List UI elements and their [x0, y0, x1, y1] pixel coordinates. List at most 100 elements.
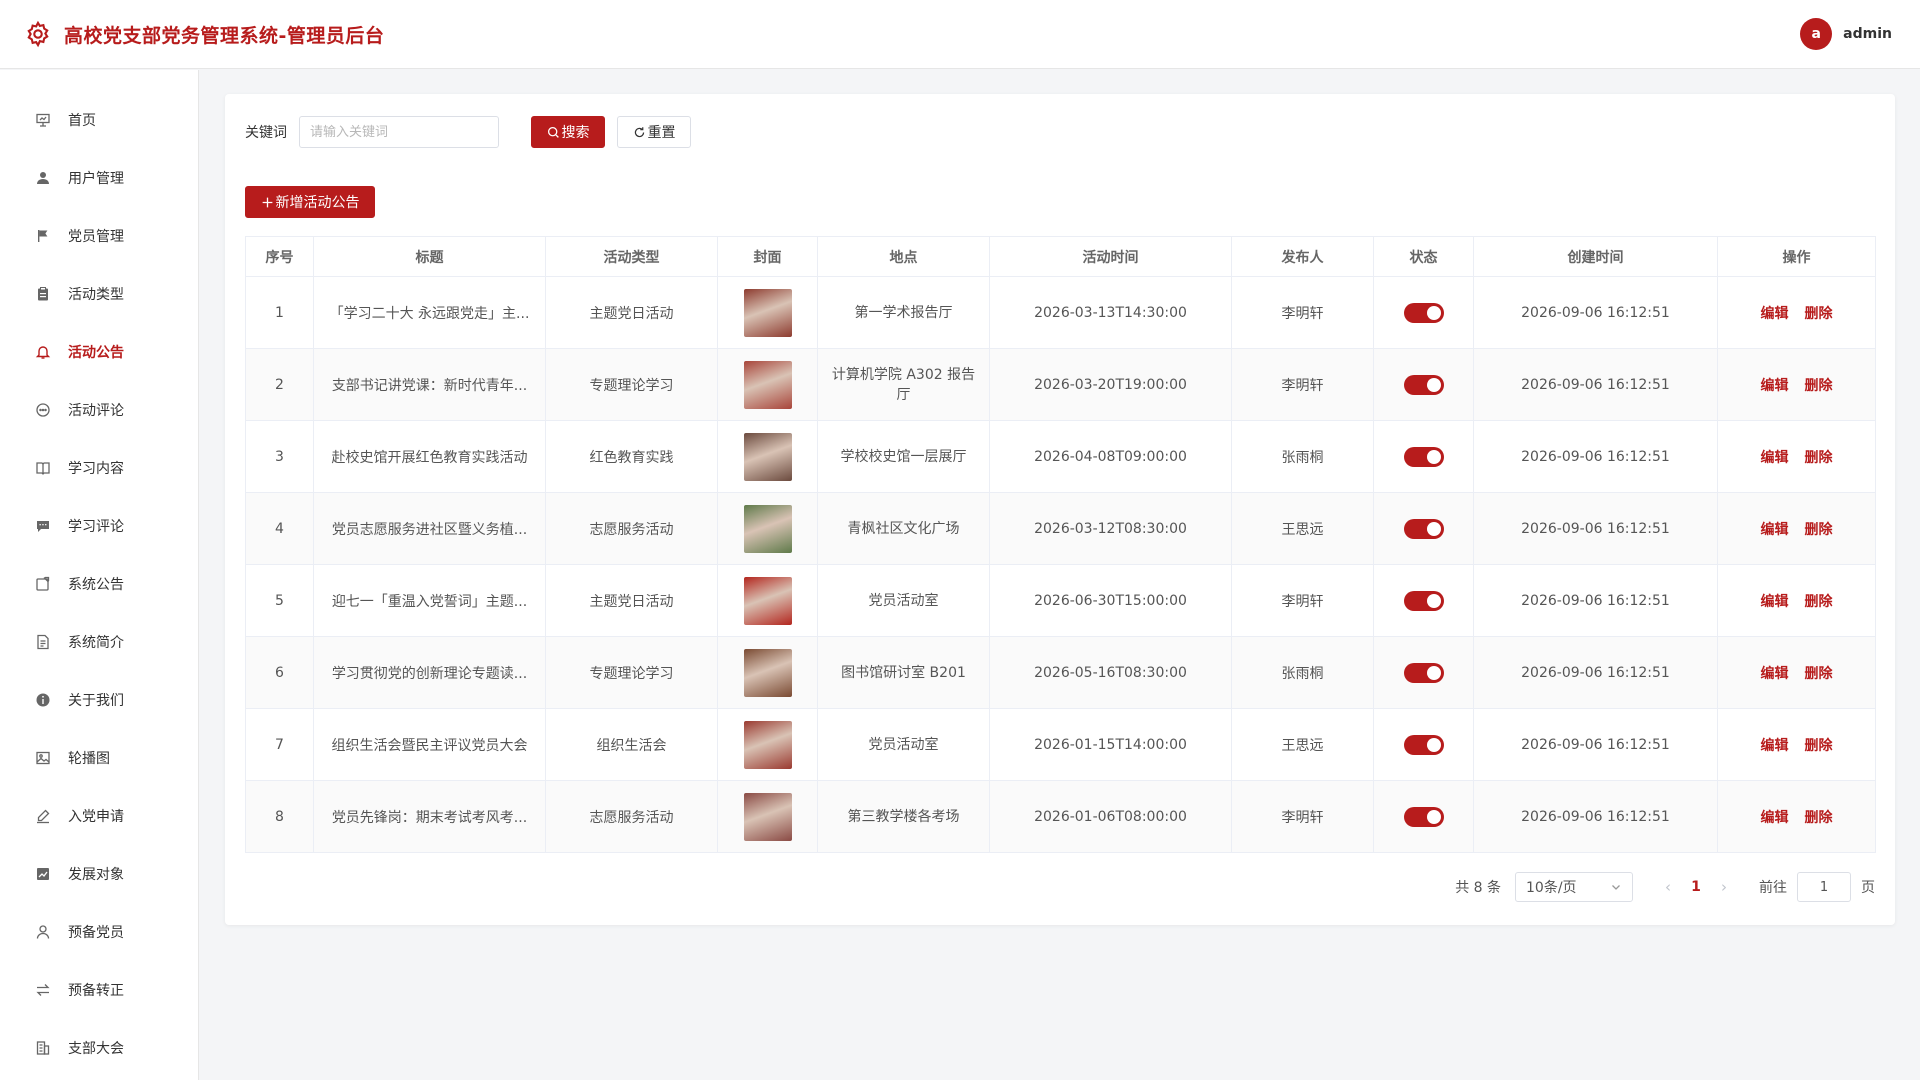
sidebar-item-label: 系统简介 [68, 635, 124, 651]
column-header[interactable]: 状态 [1373, 236, 1474, 277]
delete-button[interactable]: 删除 [1805, 810, 1833, 826]
user-menu[interactable]: a admin [1800, 18, 1892, 50]
document-icon [34, 633, 52, 651]
sidebar-item-party-application[interactable]: 入党申请 [0, 787, 198, 845]
sidebar-item-carousel[interactable]: 轮播图 [0, 729, 198, 787]
edit-button[interactable]: 编辑 [1761, 306, 1789, 322]
edit-button[interactable]: 编辑 [1761, 378, 1789, 394]
sidebar-item-system-notices[interactable]: 系统公告 [0, 555, 198, 613]
info-icon [34, 691, 52, 709]
sidebar-item-learning-comments[interactable]: 学习评论 [0, 497, 198, 555]
sidebar-item-activity-notices[interactable]: 活动公告 [0, 323, 198, 381]
sidebar-item-activity-comments[interactable]: 活动评论 [0, 381, 198, 439]
delete-button[interactable]: 删除 [1805, 594, 1833, 610]
page-size-select[interactable]: 10条/页 [1515, 872, 1633, 902]
cover-thumbnail[interactable] [743, 288, 792, 337]
page-size-value: 10条/页 [1526, 880, 1577, 896]
sidebar-item-development-targets[interactable]: 发展对象 [0, 845, 198, 903]
cell-index: 6 [245, 636, 314, 709]
delete-button[interactable]: 删除 [1805, 738, 1833, 754]
cover-thumbnail[interactable] [743, 648, 792, 697]
delete-button[interactable]: 删除 [1805, 666, 1833, 682]
sidebar-item-label: 首页 [68, 113, 96, 129]
cover-thumbnail[interactable] [743, 432, 792, 481]
search-icon [547, 126, 559, 138]
prev-page-icon[interactable]: ‹ [1655, 878, 1681, 896]
cell-cover [717, 492, 818, 565]
sidebar-item-activity-types[interactable]: 活动类型 [0, 265, 198, 323]
sidebar-item-label: 关于我们 [68, 693, 124, 709]
status-toggle[interactable] [1403, 590, 1444, 611]
search-input[interactable] [299, 116, 499, 148]
column-header[interactable]: 活动时间 [989, 236, 1232, 277]
cell-location: 第一学术报告厅 [817, 276, 990, 349]
sidebar-item-users[interactable]: 用户管理 [0, 149, 198, 207]
flag-icon [34, 227, 52, 245]
cover-thumbnail[interactable] [743, 504, 792, 553]
sidebar-item-about-us[interactable]: 关于我们 [0, 671, 198, 729]
cover-thumbnail[interactable] [743, 792, 792, 841]
cell-location: 学校校史馆一层展厅 [817, 420, 990, 493]
edit-button[interactable]: 编辑 [1761, 450, 1789, 466]
sidebar-item-probationary-members[interactable]: 预备党员 [0, 903, 198, 961]
add-activity-notice-button[interactable]: 新增活动公告 [245, 186, 375, 218]
reset-button[interactable]: 重置 [617, 116, 691, 148]
sidebar-item-learning-content[interactable]: 学习内容 [0, 439, 198, 497]
sidebar-item-label: 入党申请 [68, 809, 124, 825]
sidebar-item-home[interactable]: 首页 [0, 91, 198, 149]
sidebar-item-label: 活动类型 [68, 287, 124, 303]
next-page-icon[interactable]: › [1711, 878, 1737, 896]
delete-button[interactable]: 删除 [1805, 306, 1833, 322]
status-toggle[interactable] [1403, 662, 1444, 683]
cover-thumbnail[interactable] [743, 720, 792, 769]
column-header[interactable]: 标题 [313, 236, 546, 277]
column-header[interactable]: 活动类型 [545, 236, 718, 277]
column-header[interactable]: 地点 [817, 236, 990, 277]
status-toggle[interactable] [1403, 446, 1444, 467]
page-number[interactable]: 1 [1681, 879, 1711, 895]
delete-button[interactable]: 删除 [1805, 450, 1833, 466]
cell-publisher: 李明轩 [1231, 276, 1374, 349]
book-icon [34, 459, 52, 477]
column-header[interactable]: 序号 [245, 236, 314, 277]
cover-thumbnail[interactable] [743, 360, 792, 409]
cell-title: 支部书记讲党课：新时代青年... [313, 348, 546, 421]
notice-icon [34, 575, 52, 593]
avatar[interactable]: a [1800, 18, 1833, 50]
sidebar-item-system-intro[interactable]: 系统简介 [0, 613, 198, 671]
sidebar-item-members[interactable]: 党员管理 [0, 207, 198, 265]
status-toggle[interactable] [1403, 806, 1444, 827]
status-toggle[interactable] [1403, 302, 1444, 323]
edit-button[interactable]: 编辑 [1761, 594, 1789, 610]
cell-created-time: 2026-09-06 16:12:51 [1473, 636, 1718, 709]
edit-button[interactable]: 编辑 [1761, 522, 1789, 538]
cell-status [1373, 564, 1474, 637]
column-header[interactable]: 操作 [1717, 236, 1876, 277]
presentation-icon [34, 111, 52, 129]
edit-button[interactable]: 编辑 [1761, 810, 1789, 826]
delete-button[interactable]: 删除 [1805, 522, 1833, 538]
status-toggle[interactable] [1403, 374, 1444, 395]
cell-title: 「学习二十大 永远跟党走」主... [313, 276, 546, 349]
edit-button[interactable]: 编辑 [1761, 738, 1789, 754]
status-toggle[interactable] [1403, 518, 1444, 539]
search-button[interactable]: 搜索 [531, 116, 605, 148]
goto-page-input[interactable] [1797, 872, 1851, 902]
cover-thumbnail[interactable] [743, 576, 792, 625]
cell-cover [717, 348, 818, 421]
sidebar-item-label: 用户管理 [68, 171, 124, 187]
cell-activity-type: 专题理论学习 [545, 348, 718, 421]
cell-actions: 编辑 删除 [1717, 636, 1876, 709]
cell-status [1373, 780, 1474, 853]
column-header[interactable]: 发布人 [1231, 236, 1374, 277]
username[interactable]: admin [1843, 26, 1892, 42]
column-header[interactable]: 封面 [717, 236, 818, 277]
sidebar-item-probation-conversion[interactable]: 预备转正 [0, 961, 198, 1019]
sidebar-item-branch-meeting[interactable]: 支部大会 [0, 1019, 198, 1077]
status-toggle[interactable] [1403, 734, 1444, 755]
table-header-row: 序号 标题 活动类型 封面 地点 活动时间 发布人 状态 创建时间 操作 [245, 236, 1876, 277]
delete-button[interactable]: 删除 [1805, 378, 1833, 394]
edit-button[interactable]: 编辑 [1761, 666, 1789, 682]
cell-created-time: 2026-09-06 16:12:51 [1473, 420, 1718, 493]
column-header[interactable]: 创建时间 [1473, 236, 1718, 277]
